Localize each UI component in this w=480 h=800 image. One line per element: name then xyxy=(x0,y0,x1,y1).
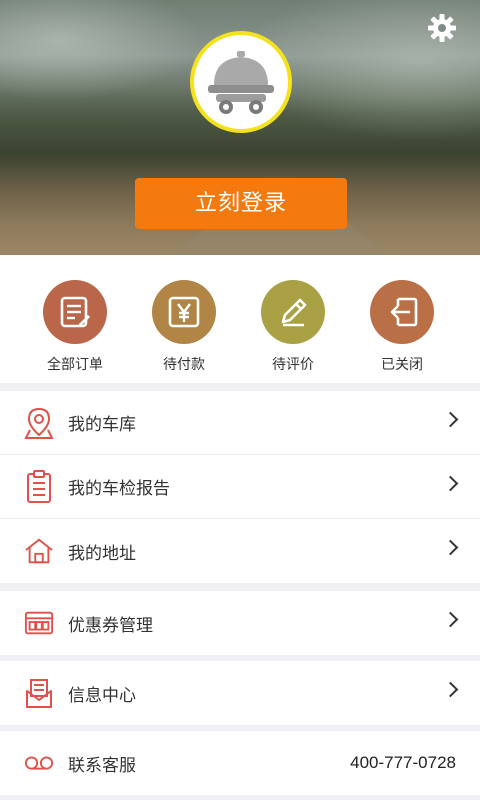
menu-item-messages-label: 信息中心 xyxy=(68,685,136,706)
menu-group-account: 我的车库 我的车检报告 我的地址 xyxy=(0,391,480,583)
mail-icon xyxy=(24,675,54,711)
order-all-button[interactable]: 全部订单 xyxy=(30,280,120,374)
menu-item-customer-service[interactable]: 联系客服 400-777-0728 xyxy=(0,731,480,795)
menu-group-service: 联系客服 400-777-0728 xyxy=(0,731,480,795)
order-pending-payment-button[interactable]: 待付款 xyxy=(139,280,229,374)
house-icon xyxy=(24,533,54,569)
order-status-bar: 全部订单 待付款 待评价 已关闭 xyxy=(0,255,480,383)
menu-item-address[interactable]: 我的地址 xyxy=(0,519,480,583)
chevron-right-icon xyxy=(442,411,459,428)
chevron-right-icon xyxy=(442,611,459,628)
profile-header: 立刻登录 xyxy=(0,0,480,255)
order-pending-payment-label: 待付款 xyxy=(163,357,205,373)
avatar[interactable] xyxy=(190,31,292,133)
menu-item-service-label: 联系客服 xyxy=(68,755,136,776)
order-pending-review-button[interactable]: 待评价 xyxy=(248,280,338,374)
chevron-right-icon xyxy=(442,539,459,556)
order-closed-label: 已关闭 xyxy=(381,357,423,373)
chevron-right-icon xyxy=(442,681,459,698)
order-pending-review-label: 待评价 xyxy=(272,357,314,373)
menu-item-inspection-label: 我的车检报告 xyxy=(68,479,170,499)
service-phone-number[interactable]: 400-777-0728 xyxy=(350,753,456,773)
menu-item-garage-label: 我的车库 xyxy=(68,415,136,435)
menu-item-coupons-label: 优惠券管理 xyxy=(68,615,153,636)
menu-group-messages: 信息中心 xyxy=(0,661,480,725)
location-pin-icon xyxy=(24,405,54,441)
exit-icon xyxy=(370,280,434,344)
menu-item-address-label: 我的地址 xyxy=(68,543,136,564)
menu-item-coupons[interactable]: 优惠券管理 xyxy=(0,591,480,655)
order-all-label: 全部订单 xyxy=(47,357,103,373)
clipboard-icon xyxy=(24,469,54,505)
chevron-right-icon xyxy=(442,475,459,492)
menu-item-inspection-report[interactable]: 我的车检报告 xyxy=(0,455,480,519)
order-closed-button[interactable]: 已关闭 xyxy=(357,280,447,374)
pencil-icon xyxy=(261,280,325,344)
order-list-icon xyxy=(43,280,107,344)
menu-item-messages[interactable]: 信息中心 xyxy=(0,661,480,725)
yen-icon xyxy=(152,280,216,344)
menu-item-garage[interactable]: 我的车库 xyxy=(0,391,480,455)
coupon-icon xyxy=(24,605,54,641)
settings-gear-icon[interactable] xyxy=(426,12,458,44)
robot-avatar-icon xyxy=(208,51,274,114)
menu-group-coupons: 优惠券管理 xyxy=(0,591,480,655)
voicemail-icon xyxy=(24,745,54,781)
login-button[interactable]: 立刻登录 xyxy=(135,178,347,229)
